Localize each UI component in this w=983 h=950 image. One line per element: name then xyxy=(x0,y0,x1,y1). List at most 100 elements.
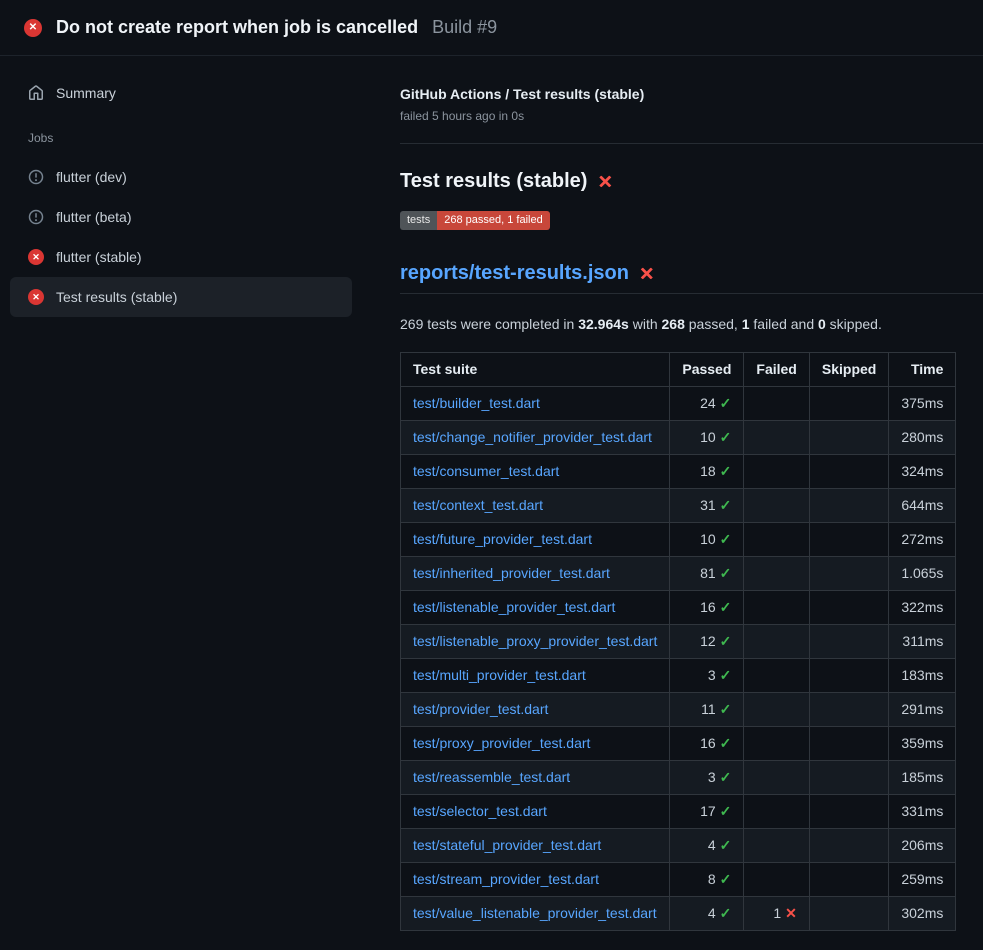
skipped-cell xyxy=(809,557,888,591)
suite-link[interactable]: test/reassemble_test.dart xyxy=(413,769,570,785)
home-icon xyxy=(28,85,44,101)
sidebar-item-flutter-stable[interactable]: ✕ flutter (stable) xyxy=(10,237,352,277)
time-cell: 185ms xyxy=(889,761,956,795)
summary-text: failed and xyxy=(750,316,819,332)
table-row: test/consumer_test.dart 18✓ 324ms xyxy=(401,455,956,489)
suite-cell: test/context_test.dart xyxy=(401,489,670,523)
job-label: flutter (dev) xyxy=(56,169,127,185)
failed-cell xyxy=(744,727,809,761)
table-row: test/listenable_provider_test.dart 16✓ 322… xyxy=(401,591,956,625)
skipped-cell xyxy=(809,523,888,557)
failed-status-circle-icon: ✕ xyxy=(24,19,42,37)
suite-link[interactable]: test/change_notifier_provider_test.dart xyxy=(413,429,652,445)
failed-cell xyxy=(744,659,809,693)
time-cell: 322ms xyxy=(889,591,956,625)
check-icon: ✓ xyxy=(720,599,732,615)
failed-cell xyxy=(744,591,809,625)
time-cell: 324ms xyxy=(889,455,956,489)
suite-cell: test/selector_test.dart xyxy=(401,795,670,829)
suite-link[interactable]: test/multi_provider_test.dart xyxy=(413,667,586,683)
failed-cell xyxy=(744,557,809,591)
sidebar-summary-label: Summary xyxy=(56,85,116,101)
failed-cell xyxy=(744,387,809,421)
suite-link[interactable]: test/stateful_provider_test.dart xyxy=(413,837,601,853)
skipped-cell xyxy=(809,421,888,455)
check-icon: ✓ xyxy=(720,429,732,445)
skipped-cell xyxy=(809,489,888,523)
check-icon: ✓ xyxy=(720,565,732,581)
check-icon: ✓ xyxy=(720,395,732,411)
passed-count: 10 xyxy=(700,531,716,547)
table-row: test/builder_test.dart24✓375ms xyxy=(401,387,956,421)
table-row: test/proxy_provider_test.dart16✓359ms xyxy=(401,727,956,761)
time-cell: 272ms xyxy=(889,523,956,557)
suite-link[interactable]: test/consumer_test.dart xyxy=(413,463,559,479)
time-cell: 183ms xyxy=(889,659,956,693)
summary-skipped-count: 0 xyxy=(818,316,826,332)
table-row: test/provider_test.dart11✓291ms xyxy=(401,693,956,727)
job-label: flutter (beta) xyxy=(56,209,131,225)
sidebar-item-summary[interactable]: Summary xyxy=(10,73,352,113)
passed-count: 11 xyxy=(701,701,716,717)
suite-link[interactable]: test/listenable_proxy_provider_test.dart xyxy=(413,633,657,649)
summary-text: with xyxy=(629,316,662,332)
summary-text: skipped. xyxy=(826,316,882,332)
failed-cell xyxy=(744,795,809,829)
sidebar-item-flutter-beta[interactable]: flutter (beta) xyxy=(10,197,352,237)
col-header-test-suite: Test suite xyxy=(401,353,670,387)
suite-cell: test/consumer_test.dart xyxy=(401,455,670,489)
suite-link[interactable]: test/selector_test.dart xyxy=(413,803,547,819)
failed-status-circle-icon: ✕ xyxy=(28,249,44,265)
col-header-failed: Failed xyxy=(744,353,809,387)
suite-link[interactable]: test/value_listenable_provider_test.dart xyxy=(413,905,657,921)
summary-duration: 32.964s xyxy=(578,316,629,332)
col-header-passed: Passed xyxy=(670,353,744,387)
passed-cell: 24✓ xyxy=(670,387,744,421)
report-file-link[interactable]: reports/test-results.json xyxy=(400,262,629,285)
skipped-cell xyxy=(809,387,888,421)
check-icon: ✓ xyxy=(720,463,732,479)
sidebar-item-test-results-stable[interactable]: ✕ Test results (stable) xyxy=(10,277,352,317)
section-heading: Test results (stable) ✕ xyxy=(400,170,983,193)
suite-link[interactable]: test/proxy_provider_test.dart xyxy=(413,735,590,751)
divider xyxy=(400,143,983,144)
suite-link[interactable]: test/provider_test.dart xyxy=(413,701,548,717)
sidebar-item-flutter-dev[interactable]: flutter (dev) xyxy=(10,157,352,197)
suite-link[interactable]: test/builder_test.dart xyxy=(413,395,540,411)
failed-cell: 1✕ xyxy=(744,897,809,931)
suite-link[interactable]: test/listenable_provider_test.dart xyxy=(413,599,615,615)
suite-cell: test/change_notifier_provider_test.dart xyxy=(401,421,670,455)
failed-x-icon: ✕ xyxy=(597,173,612,191)
check-icon: ✓ xyxy=(720,633,732,649)
skipped-cell xyxy=(809,591,888,625)
table-row: test/stream_provider_test.dart8✓259ms xyxy=(401,863,956,897)
check-icon: ✓ xyxy=(720,905,732,921)
failed-cell xyxy=(744,455,809,489)
passed-cell: 3✓ xyxy=(670,659,744,693)
badge-value: 268 passed, 1 failed xyxy=(437,211,549,230)
report-heading: reports/test-results.json ✕ xyxy=(400,262,983,294)
suite-link[interactable]: test/context_test.dart xyxy=(413,497,543,513)
table-row: test/listenable_proxy_provider_test.dart… xyxy=(401,625,956,659)
passed-cell: 16✓ xyxy=(670,591,744,625)
suite-cell: test/builder_test.dart xyxy=(401,387,670,421)
time-cell: 359ms xyxy=(889,727,956,761)
suite-link[interactable]: test/future_provider_test.dart xyxy=(413,531,592,547)
check-icon: ✓ xyxy=(720,803,732,819)
check-icon: ✓ xyxy=(720,531,732,547)
passed-cell: 4✓ xyxy=(670,829,744,863)
suite-link[interactable]: test/stream_provider_test.dart xyxy=(413,871,599,887)
skipped-cell xyxy=(809,863,888,897)
check-icon: ✓ xyxy=(720,497,732,513)
jobs-section-label: Jobs xyxy=(0,131,380,145)
time-cell: 291ms xyxy=(889,693,956,727)
passed-count: 4 xyxy=(708,905,716,921)
check-icon: ✓ xyxy=(720,667,732,683)
results-table: Test suite Passed Failed Skipped Time te… xyxy=(400,352,956,931)
passed-count: 18 xyxy=(700,463,716,479)
suite-cell: test/future_provider_test.dart xyxy=(401,523,670,557)
col-header-skipped: Skipped xyxy=(809,353,888,387)
time-cell: 311ms xyxy=(889,625,956,659)
suite-link[interactable]: test/inherited_provider_test.dart xyxy=(413,565,610,581)
skipped-cell xyxy=(809,897,888,931)
